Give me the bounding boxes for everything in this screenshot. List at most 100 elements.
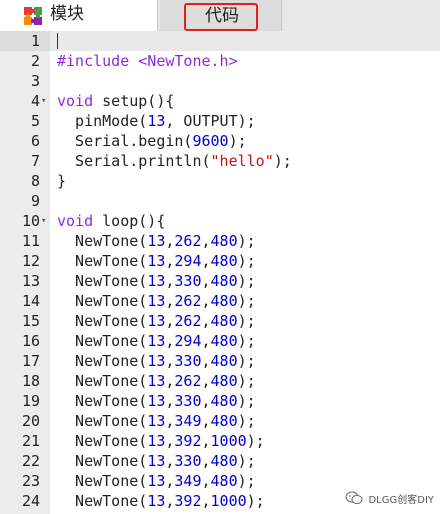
code-token: NewTone( [57,472,148,490]
code-line[interactable]: 1 [0,31,440,51]
code-token: 480 [210,472,238,490]
code-line[interactable]: 20 NewTone(13,349,480); [0,411,440,431]
code-line[interactable]: 10 ▾ void loop(){ [0,211,440,231]
code-token: 480 [210,392,238,410]
code-text: NewTone(13,349,480); [57,471,256,491]
code-token: , [201,312,211,330]
code-token: ); [237,272,256,290]
code-token: NewTone( [57,312,148,330]
code-text: NewTone(13,262,480); [57,311,256,331]
code-token: NewTone( [57,432,148,450]
code-editor[interactable]: 1 2 #include <NewTone.h> 3 4 ▾ void setup(){5 … [0,31,440,514]
code-line[interactable]: 3 [0,71,440,91]
line-number: 2 [30,52,40,70]
code-token: , [201,292,211,310]
code-text: NewTone(13,392,1000); [57,431,265,451]
code-token: , [201,452,211,470]
code-token: 13 [147,232,166,250]
line-number: 4 [30,92,40,110]
code-line[interactable]: 6 Serial.begin(9600); [0,131,440,151]
code-token: , [201,472,211,490]
code-token: NewTone( [57,372,148,390]
line-number: 6 [30,132,40,150]
code-token: , [201,392,211,410]
wechat-icon [345,491,363,504]
tab-bar: 模块 代码 [0,0,440,32]
code-line[interactable]: 22 NewTone(13,330,480); [0,451,440,471]
code-line[interactable]: 7 Serial.println("hello"); [0,151,440,171]
code-token: 262 [174,312,202,330]
code-text: NewTone(13,349,480); [57,411,256,431]
code-line[interactable]: 15 NewTone(13,262,480); [0,311,440,331]
code-line[interactable]: 11 NewTone(13,262,480); [0,231,440,251]
code-line[interactable]: 4 ▾ void setup(){ [0,91,440,111]
code-token: 294 [174,332,202,350]
line-number: 24 [21,492,40,510]
code-text: Serial.begin(9600); [57,131,247,151]
code-token: "hello" [210,152,274,170]
fold-toggle-icon[interactable]: ▾ [41,211,46,231]
code-token: ); [237,292,256,310]
code-token: 480 [210,352,238,370]
code-token: NewTone( [57,252,148,270]
code-token: 13 [147,112,166,130]
code-token: 13 [147,472,166,490]
code-token: NewTone( [57,292,148,310]
code-line[interactable]: 9 [0,191,440,211]
code-token: 392 [174,432,202,450]
code-token: , [201,232,211,250]
code-text: NewTone(13,262,480); [57,371,256,391]
watermark-text: DLGG创客DIY [368,494,434,506]
line-number: 11 [21,232,40,250]
code-line[interactable]: 17 NewTone(13,330,480); [0,351,440,371]
code-token: 13 [147,272,166,290]
line-number: 13 [21,272,40,290]
line-number: 18 [21,372,40,390]
text-cursor [57,33,58,49]
code-token: ); [237,232,256,250]
line-number: 20 [21,412,40,430]
code-token: , [201,352,211,370]
fold-toggle-icon[interactable]: ▾ [41,91,46,111]
code-line[interactable]: 19 NewTone(13,330,480); [0,391,440,411]
watermark: DLGG创客DIY [345,488,434,508]
code-line[interactable]: 5 pinMode(13, OUTPUT); [0,111,440,131]
code-line[interactable]: 16 NewTone(13,294,480); [0,331,440,351]
code-token: 262 [174,292,202,310]
code-token: ); [246,492,265,510]
code-line[interactable]: 8} [0,171,440,191]
code-token: , [201,412,211,430]
code-token: 13 [147,432,166,450]
code-token: 330 [174,272,202,290]
line-number: 8 [30,172,40,190]
code-token: ); [228,132,247,150]
code-token: #include [57,52,139,70]
code-token: 330 [174,392,202,410]
code-token: <NewTone.h> [138,52,238,70]
code-text: NewTone(13,262,480); [57,291,256,311]
code-token: , [201,272,211,290]
line-number: 5 [30,112,40,130]
code-line[interactable]: 2 #include <NewTone.h> [0,51,440,71]
code-text: pinMode(13, OUTPUT); [57,111,256,131]
code-line[interactable]: 13 NewTone(13,330,480); [0,271,440,291]
code-line[interactable]: 12 NewTone(13,294,480); [0,251,440,271]
line-number: 21 [21,432,40,450]
code-token: 330 [174,452,202,470]
code-token: 262 [174,232,202,250]
code-line[interactable]: 18 NewTone(13,262,480); [0,371,440,391]
code-token: 13 [147,292,166,310]
code-token: 13 [147,372,166,390]
code-line[interactable]: 21 NewTone(13,392,1000); [0,431,440,451]
code-token: Serial.println( [57,152,211,170]
line-number: 23 [21,472,40,490]
code-token: ); [237,252,256,270]
line-number: 3 [30,72,40,90]
code-token: loop(){ [93,212,166,230]
tab-blocks[interactable]: 模块 [0,0,158,32]
code-token: 480 [210,452,238,470]
line-number: 9 [30,192,40,210]
code-text: NewTone(13,330,480); [57,391,256,411]
code-token: 13 [147,312,166,330]
code-line[interactable]: 14 NewTone(13,262,480); [0,291,440,311]
